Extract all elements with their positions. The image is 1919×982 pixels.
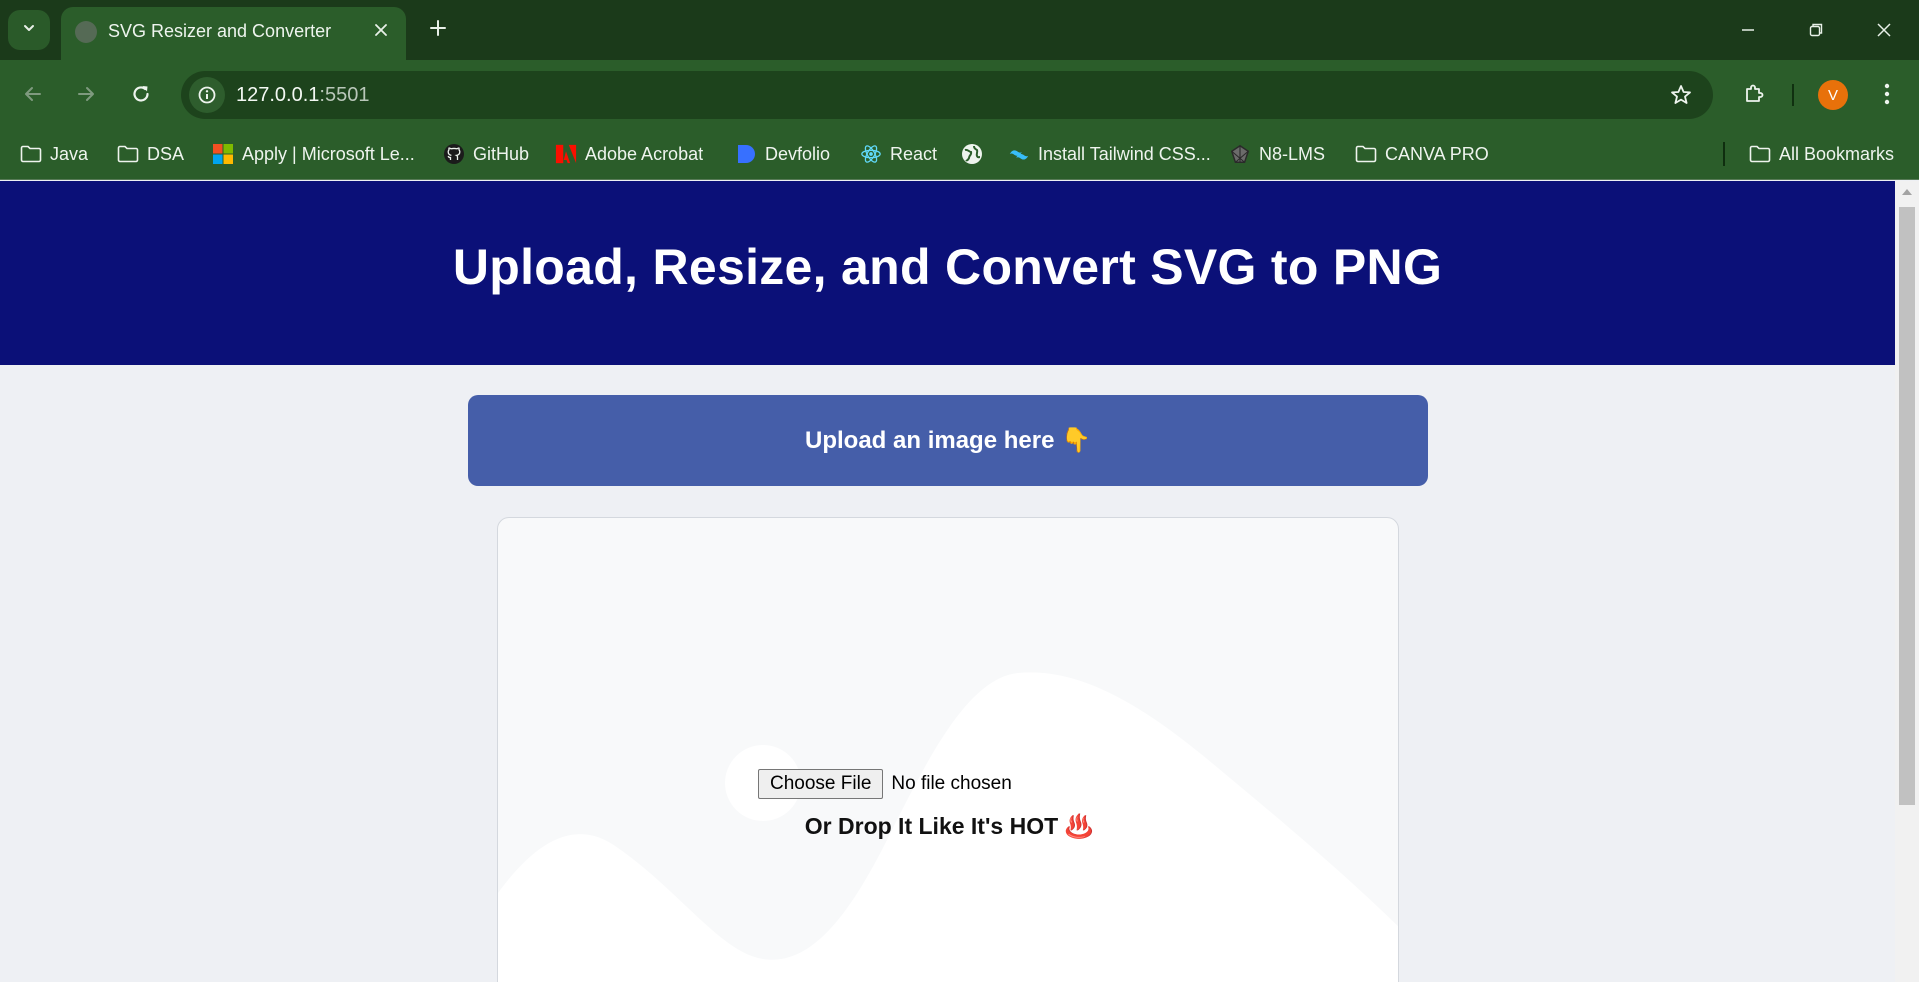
globe-icon	[961, 143, 983, 165]
tab-strip: SVG Resizer and Converter	[0, 0, 1919, 60]
github-icon	[443, 143, 465, 165]
minimize-icon	[1742, 29, 1754, 31]
extensions-button[interactable]	[1737, 77, 1771, 111]
browser-menu-button[interactable]	[1872, 77, 1902, 111]
bookmark-label: DSA	[147, 143, 185, 164]
decorative-waves	[498, 672, 1398, 982]
drop-instructions: Or Drop It Like It's HOT ♨️	[804, 813, 1094, 839]
close-window-button[interactable]	[1863, 10, 1905, 50]
bookmarks-divider	[1723, 142, 1725, 166]
arrow-left-icon	[25, 87, 41, 101]
page-title: Upload, Resize, and Convert SVG to PNG	[452, 239, 1443, 295]
bookmark-label: Adobe Acrobat	[585, 143, 704, 164]
tab-search-button[interactable]	[8, 10, 50, 50]
bookmark-label: GitHub	[473, 143, 530, 164]
arrow-right-icon	[78, 87, 94, 101]
bookmark-devfolio[interactable]: Devfolio	[735, 138, 830, 170]
bookmark-canva-pro[interactable]: CANVA PRO	[1355, 138, 1489, 170]
bookmark-adobe-acrobat[interactable]: Adobe Acrobat	[555, 138, 703, 170]
close-icon	[1877, 23, 1891, 37]
profile-avatar[interactable]: V	[1818, 80, 1848, 110]
reload-icon	[133, 86, 149, 102]
restore-button[interactable]	[1795, 10, 1837, 50]
bookmark-n8-lms[interactable]: N8-LMS	[1229, 138, 1325, 170]
scroll-thumb[interactable]	[1899, 207, 1915, 805]
bookmark-dsa[interactable]: DSA	[117, 138, 184, 170]
bookmark-java[interactable]: Java	[20, 138, 88, 170]
bookmark-tailwind[interactable]: Install Tailwind CSS...	[1008, 138, 1211, 170]
chevron-down-icon	[21, 20, 37, 41]
bookmark-github[interactable]: GitHub	[443, 138, 529, 170]
drop-zone[interactable]: Choose File No file chosen Or Drop It Li…	[497, 517, 1399, 982]
url-host: 127.0.0.1	[236, 84, 320, 106]
bookmark-globe[interactable]	[961, 138, 983, 170]
folder-icon	[1355, 143, 1377, 165]
address-bar[interactable]: 127.0.0.1:5501	[181, 71, 1713, 119]
bookmark-label: Apply | Microsoft Le...	[242, 143, 415, 164]
star-icon	[1671, 85, 1691, 104]
bookmark-label: Devfolio	[765, 143, 831, 164]
devfolio-icon	[735, 143, 757, 165]
page-header: Upload, Resize, and Convert SVG to PNG	[0, 181, 1895, 365]
globe-icon	[75, 21, 97, 43]
page-viewport: Upload, Resize, and Convert SVG to PNG U…	[0, 181, 1919, 982]
bookmark-star-button[interactable]	[1667, 81, 1695, 109]
tailwind-icon	[1008, 143, 1030, 165]
adobe-icon	[555, 143, 577, 165]
file-input[interactable]: Choose File No file chosen	[758, 769, 1012, 799]
folder-icon	[20, 143, 42, 165]
restore-icon	[1809, 23, 1823, 37]
browser-window: SVG Resizer and Converter 127.0.0.1:5501…	[0, 0, 1919, 982]
bookmarks-bar: Java DSA Apply | Microsoft Le... GitHub …	[0, 128, 1919, 180]
file-status: No file chosen	[891, 773, 1012, 794]
microsoft-icon	[212, 143, 234, 165]
url-text[interactable]: 127.0.0.1:5501	[236, 84, 369, 107]
all-bookmarks-label: All Bookmarks	[1779, 143, 1895, 164]
upload-image-button[interactable]: Upload an image here 👇	[468, 395, 1428, 486]
bookmark-label: Java	[50, 143, 89, 164]
all-bookmarks-button[interactable]: All Bookmarks	[1749, 138, 1894, 170]
tab-close-button[interactable]	[368, 17, 394, 43]
choose-file-button[interactable]: Choose File	[758, 769, 884, 799]
bookmark-label: N8-LMS	[1259, 143, 1326, 164]
more-vertical-icon	[1884, 83, 1890, 105]
bookmark-react[interactable]: React	[860, 138, 937, 170]
folder-icon	[1749, 143, 1771, 165]
page-scrollbar[interactable]	[1895, 181, 1919, 982]
new-tab-button[interactable]	[423, 13, 453, 43]
close-icon	[375, 24, 387, 36]
plus-icon	[430, 20, 446, 36]
n8-icon	[1229, 143, 1251, 165]
url-port: :5501	[319, 84, 370, 106]
bookmark-label: React	[890, 143, 938, 164]
bookmark-label: Install Tailwind CSS...	[1038, 143, 1211, 164]
react-icon	[860, 143, 882, 165]
bookmark-microsoft-learn[interactable]: Apply | Microsoft Le...	[212, 138, 415, 170]
tab-title: SVG Resizer and Converter	[108, 21, 332, 41]
scroll-up-arrow[interactable]	[1902, 189, 1912, 195]
reload-button[interactable]	[124, 77, 158, 111]
bookmark-label: CANVA PRO	[1385, 143, 1489, 164]
tab-active[interactable]: SVG Resizer and Converter	[61, 7, 406, 60]
minimize-button[interactable]	[1727, 10, 1769, 50]
site-info-button[interactable]	[189, 77, 225, 113]
puzzle-icon	[1746, 84, 1764, 102]
info-icon	[198, 86, 216, 104]
folder-icon	[117, 143, 139, 165]
toolbar-divider	[1792, 84, 1794, 106]
forward-button[interactable]	[69, 77, 103, 111]
back-button[interactable]	[16, 77, 50, 111]
browser-toolbar: 127.0.0.1:5501 V	[0, 60, 1919, 128]
